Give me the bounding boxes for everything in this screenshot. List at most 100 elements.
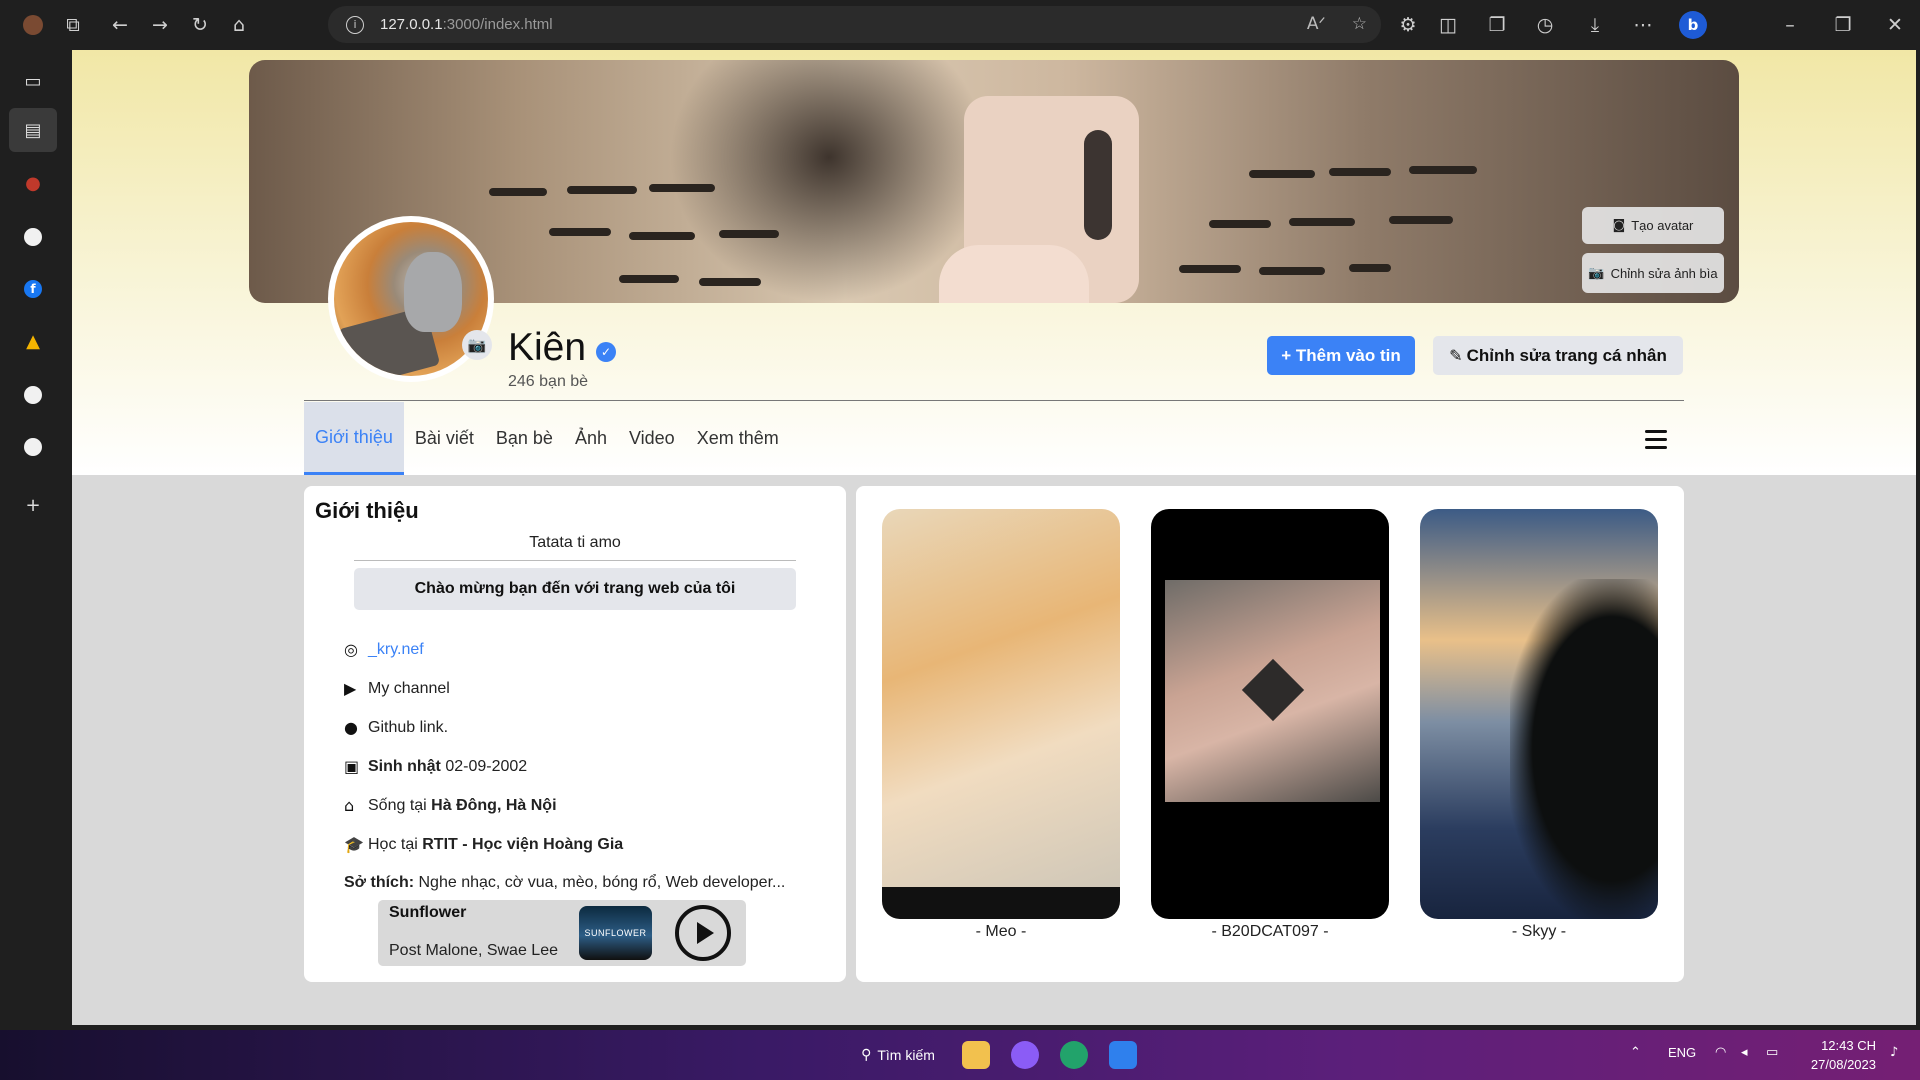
hobby-value: Nghe nhạc, cờ vua, mèo, bóng rổ, Web dev…	[418, 874, 786, 891]
instagram-row: ◎ _kry.nef	[344, 640, 424, 659]
messenger-icon[interactable]	[1011, 1040, 1039, 1070]
intro-title: Giới thiệu	[315, 498, 419, 523]
google-drive-icon[interactable]: ▲	[18, 326, 48, 356]
graduation-cap-icon: 🎓	[344, 835, 364, 854]
restore-icon[interactable]: ❐	[1828, 10, 1858, 40]
file-explorer-icon[interactable]	[962, 1040, 990, 1070]
profile-tabs: Giới thiệu Bài viết Bạn bè Ảnh Video Xem…	[304, 402, 790, 475]
clock-time: 12:43 CH	[1821, 1038, 1876, 1053]
music-player: Sunflower Post Malone, Swae Lee SUNFLOWE…	[378, 900, 746, 966]
volume-icon[interactable]: ◂	[1741, 1045, 1748, 1060]
edit-profile-button[interactable]: ✎ Chỉnh sửa trang cá nhân	[1433, 336, 1683, 375]
instagram-icon: ◎	[344, 640, 358, 659]
tab-more[interactable]: Xem thêm	[686, 402, 790, 475]
profile-name: Kiên	[508, 326, 587, 369]
wifi-icon[interactable]: ◠	[1715, 1045, 1726, 1060]
bing-copilot-icon[interactable]: b	[1678, 10, 1708, 40]
close-icon[interactable]: ✕	[1880, 10, 1910, 40]
github-link[interactable]: Github link.	[368, 719, 448, 737]
tabs-icon[interactable]: ▭	[18, 66, 48, 96]
album-cover: SUNFLOWER	[579, 906, 652, 960]
home-icon: ⌂	[344, 796, 355, 815]
study-value: RTIT - Học viện Hoàng Gia	[422, 835, 624, 853]
photo-heart-hands[interactable]	[1151, 509, 1389, 919]
calendar-icon: ▣	[344, 757, 360, 776]
profile-avatar-icon[interactable]	[18, 10, 48, 40]
extension-red-icon[interactable]: ●	[18, 168, 48, 198]
refresh-icon[interactable]: ↻	[185, 10, 215, 40]
facebook-icon[interactable]: f	[18, 274, 48, 304]
add-app-icon[interactable]: +	[18, 490, 48, 520]
page-icon[interactable]: ▤	[9, 108, 57, 152]
github-row: ● Github link.	[344, 718, 448, 737]
lives-value: Hà Đông, Hà Nội	[431, 796, 557, 814]
site-info-icon[interactable]: i	[346, 15, 364, 34]
tab-posts[interactable]: Bài viết	[404, 402, 485, 475]
edit-cover-button[interactable]: 📷 Chỉnh sửa ảnh bìa	[1582, 253, 1724, 293]
collections-icon[interactable]: ❐	[1482, 10, 1512, 40]
chevron-up-icon[interactable]: ⌃	[1630, 1045, 1641, 1060]
minimize-icon[interactable]: –	[1775, 10, 1805, 40]
tab-friends[interactable]: Bạn bè	[485, 402, 564, 475]
study-row: 🎓 Học tại RTIT - Học viện Hoàng Gia	[344, 835, 623, 854]
change-avatar-camera-icon[interactable]: 📷	[462, 330, 492, 360]
start-button[interactable]	[785, 1042, 811, 1068]
hobby-label: Sở thích:	[344, 874, 415, 891]
edge-icon[interactable]	[1060, 1040, 1088, 1070]
photo-caption: - Skyy -	[1511, 923, 1567, 940]
home-icon[interactable]: ⌂	[224, 10, 254, 40]
back-icon[interactable]: ←	[105, 10, 135, 40]
birthday-label: Sinh nhật	[368, 757, 441, 775]
split-screen-icon[interactable]: ◫	[1433, 10, 1463, 40]
song-artist: Post Malone, Swae Lee	[389, 942, 558, 959]
birthday-row: ▣ Sinh nhật 02-09-2002	[344, 757, 527, 776]
app-dot-icon[interactable]	[18, 380, 48, 410]
tab-intro[interactable]: Giới thiệu	[304, 402, 404, 475]
read-aloud-icon[interactable]: Aᐟ	[1307, 14, 1326, 34]
search-label: Tìm kiếm	[877, 1047, 935, 1063]
clock[interactable]: 12:43 CH 27/08/2023	[1800, 1036, 1876, 1074]
tab-videos[interactable]: Video	[618, 402, 686, 475]
workspaces-icon[interactable]: ⧉	[58, 10, 88, 40]
photo-cat[interactable]	[882, 509, 1120, 919]
menu-hamburger-icon[interactable]	[1645, 430, 1667, 449]
tab-photos[interactable]: Ảnh	[564, 402, 618, 475]
instagram-link[interactable]: _kry.nef	[368, 641, 424, 659]
notification-bell-icon[interactable]: ♪	[1890, 1045, 1898, 1060]
add-to-story-button[interactable]: + Thêm vào tin	[1267, 336, 1415, 375]
camera-icon: 📷	[1588, 265, 1605, 281]
edit-profile-label: Chỉnh sửa trang cá nhân	[1466, 345, 1667, 365]
more-menu-icon[interactable]: ⋯	[1628, 10, 1658, 40]
favorite-star-icon[interactable]: ☆	[1352, 14, 1367, 34]
downloads-icon[interactable]: ⤓	[1580, 10, 1610, 40]
avatar-icon: ◙	[1612, 218, 1626, 233]
study-prefix: Học tại	[368, 835, 418, 853]
address-bar[interactable]: i 127.0.0.1:3000/index.html Aᐟ ☆	[328, 6, 1381, 43]
github-icon: ●	[344, 718, 358, 737]
taskbar-search[interactable]: ⚲ Tìm kiếm	[850, 1040, 946, 1070]
hobby-row: Sở thích: Nghe nhạc, cờ vua, mèo, bóng r…	[344, 874, 785, 892]
photo-sky[interactable]	[1420, 509, 1658, 919]
language-indicator[interactable]: ENG	[1668, 1045, 1696, 1060]
forward-icon[interactable]: →	[145, 10, 175, 40]
youtube-row: ▶ My channel	[344, 679, 450, 698]
play-button[interactable]	[675, 905, 731, 961]
welcome-message: Chào mừng bạn đến với trang web của tôi	[354, 568, 796, 610]
youtube-link[interactable]: My channel	[368, 680, 450, 698]
page-viewport: ◙ Tạo avatar 📷 Chỉnh sửa ảnh bìa 📷 Kiên …	[72, 50, 1916, 1025]
battery-icon[interactable]: ▭	[1766, 1045, 1778, 1060]
search-icon: ⚲	[861, 1047, 872, 1063]
play-icon	[697, 922, 714, 944]
youtube-icon: ▶	[344, 679, 357, 698]
pencil-icon: ✎	[1449, 346, 1463, 365]
extensions-icon[interactable]: ⚙	[1393, 10, 1423, 40]
app-dot-icon[interactable]	[18, 222, 48, 252]
friends-count[interactable]: 246 bạn bè	[508, 373, 588, 391]
vscode-icon[interactable]	[1109, 1040, 1137, 1070]
github-icon[interactable]	[18, 432, 48, 462]
create-avatar-label: Tạo avatar	[1631, 218, 1694, 233]
verified-badge-icon: ✓	[596, 342, 616, 362]
history-icon[interactable]: ◷	[1530, 10, 1560, 40]
windows-taskbar: ⚲ Tìm kiếm ⌃ ENG ◠ ◂ ▭ 12:43 CH 27/08/20…	[0, 1030, 1920, 1080]
create-avatar-button[interactable]: ◙ Tạo avatar	[1582, 207, 1724, 244]
